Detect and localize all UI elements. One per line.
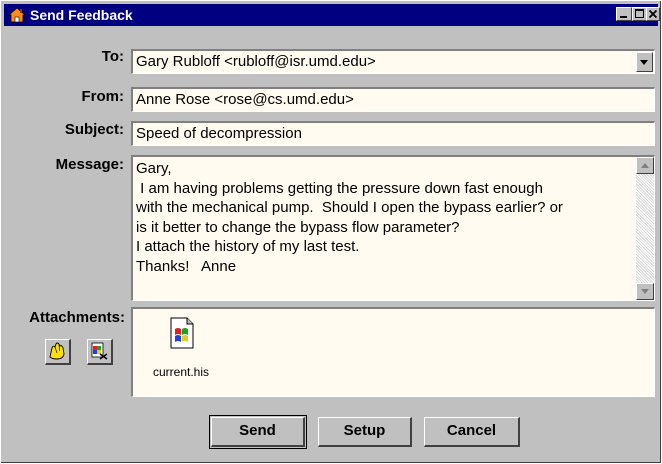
window-title: Send Feedback: [30, 7, 133, 23]
attachments-list[interactable]: current.his: [131, 307, 655, 397]
to-label: To:: [101, 48, 124, 65]
message-label: Message:: [55, 156, 124, 173]
attachment-item[interactable]: current.his: [145, 315, 215, 385]
house-app-icon: [7, 7, 27, 23]
send-button[interactable]: Send: [211, 417, 305, 447]
setup-button[interactable]: Setup: [318, 417, 412, 447]
close-icon[interactable]: [646, 7, 660, 21]
file-remove-icon[interactable]: [87, 339, 113, 365]
message-value: Gary, I am having problems getting the p…: [136, 160, 563, 275]
send-feedback-window: Send Feedback To: Gary Rubloff <rubloff@…: [0, 0, 662, 464]
from-field[interactable]: Anne Rose <rose@cs.umd.edu>: [131, 87, 655, 112]
subject-value: Speed of decompression: [136, 125, 302, 142]
attachments-label: Attachments:: [29, 309, 125, 326]
title-bar[interactable]: Send Feedback: [4, 4, 660, 26]
from-label: From:: [81, 88, 125, 105]
cancel-button[interactable]: Cancel: [424, 417, 520, 447]
minimize-icon[interactable]: [616, 7, 632, 21]
windows-file-icon: [170, 317, 194, 349]
chevron-down-icon[interactable]: [636, 52, 653, 72]
scroll-down-icon[interactable]: [636, 283, 654, 300]
from-value: Anne Rose <rose@cs.umd.edu>: [136, 91, 354, 108]
scroll-up-icon[interactable]: [636, 157, 654, 174]
hand-attach-icon[interactable]: [45, 339, 71, 365]
message-scrollbar[interactable]: [636, 157, 654, 300]
to-combobox[interactable]: Gary Rubloff <rubloff@isr.umd.edu>: [131, 49, 655, 74]
attachment-name: current.his: [152, 365, 210, 379]
subject-label: Subject:: [64, 121, 124, 138]
message-textarea[interactable]: Gary, I am having problems getting the p…: [131, 155, 655, 301]
to-value: Gary Rubloff <rubloff@isr.umd.edu>: [136, 53, 376, 70]
subject-field[interactable]: Speed of decompression: [131, 121, 655, 146]
